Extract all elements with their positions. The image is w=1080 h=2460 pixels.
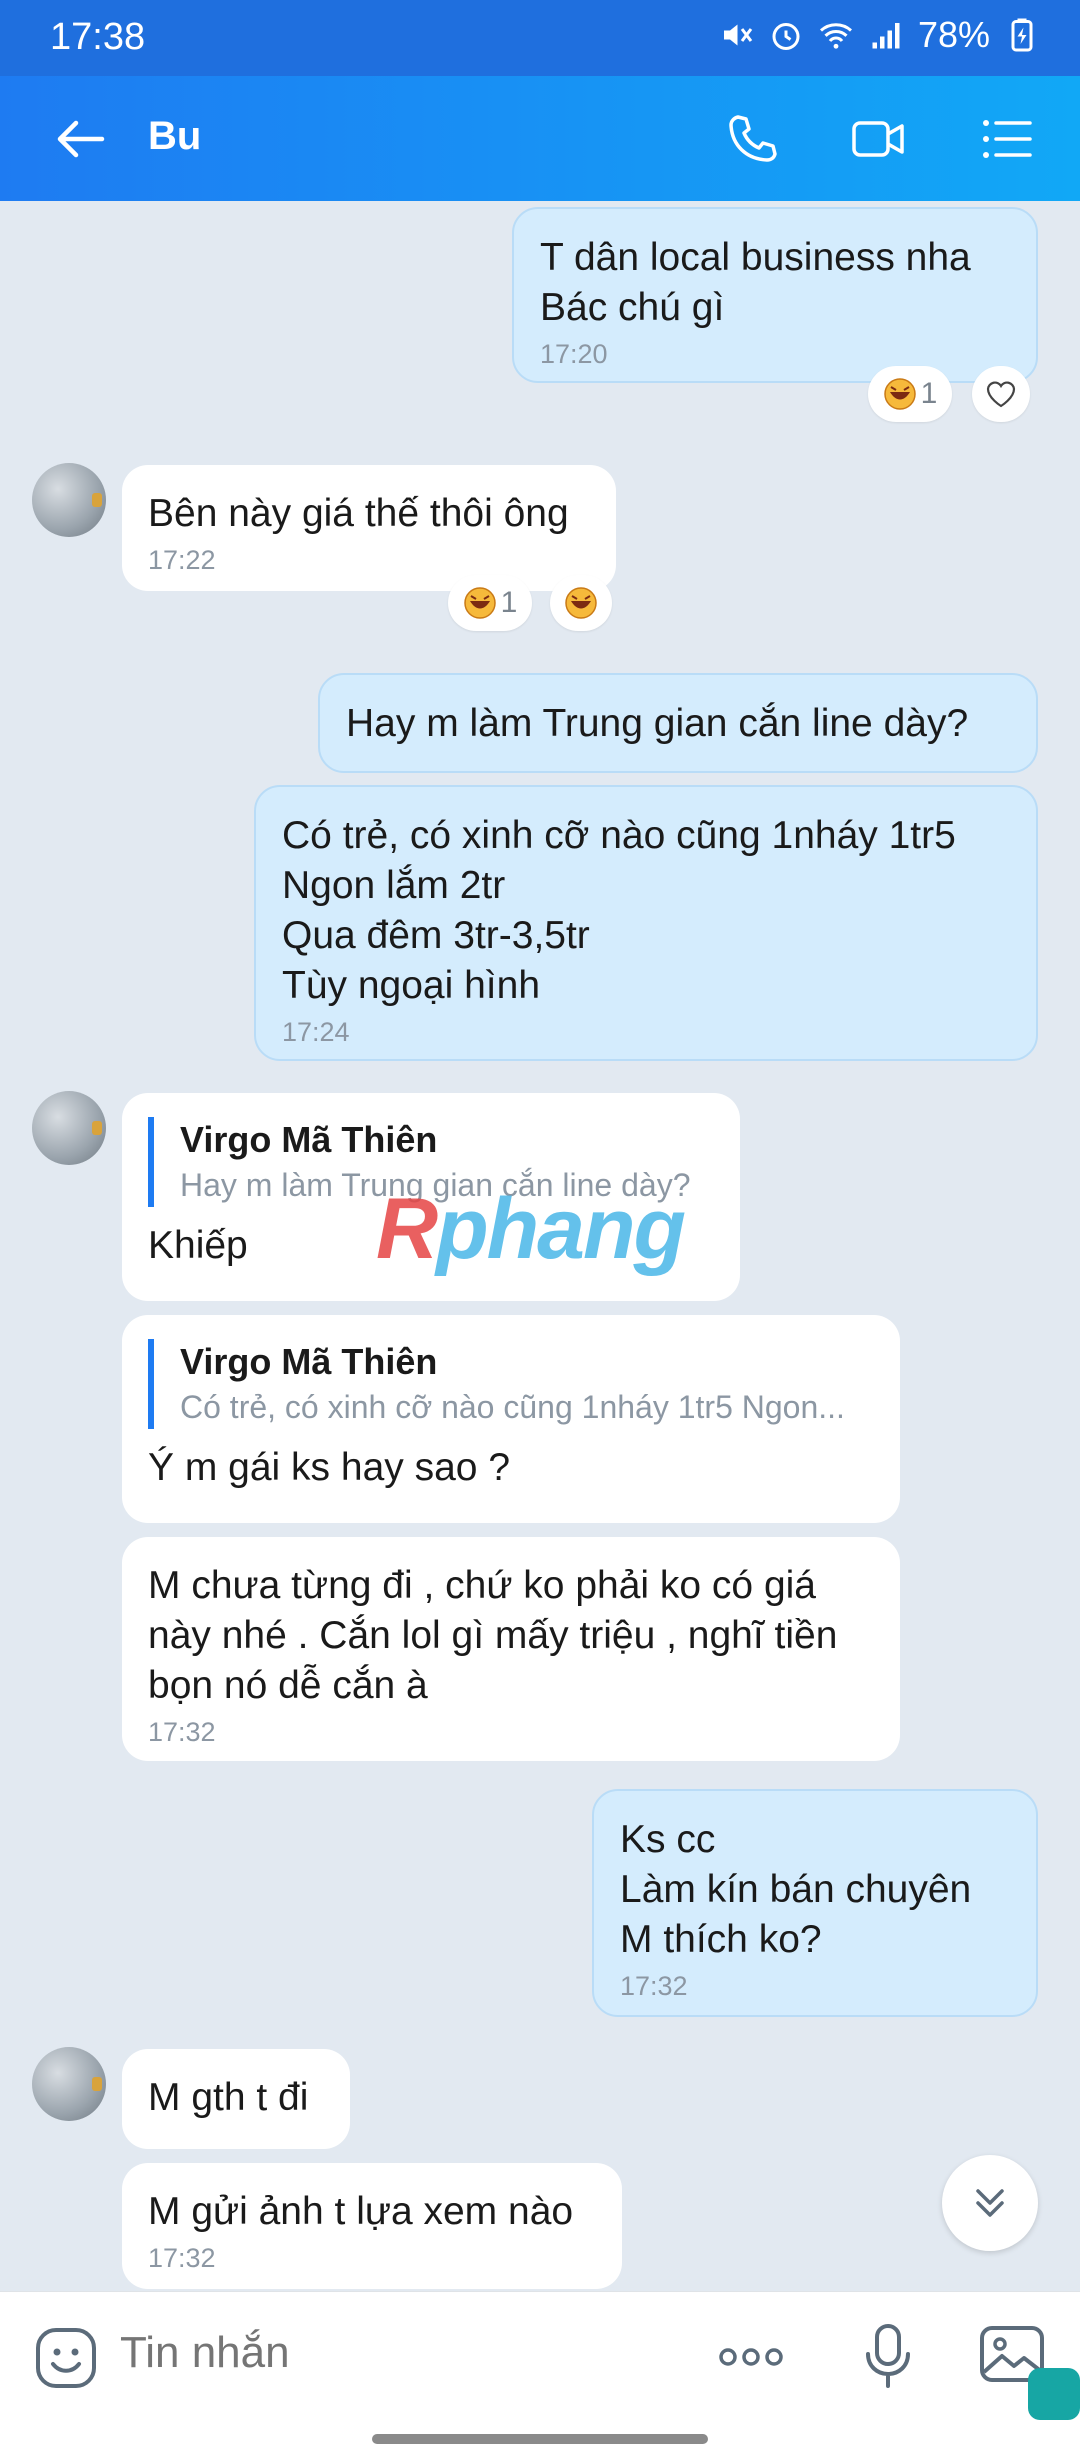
avatar[interactable] [32,463,106,537]
message-text: Bên này giá thế thôi ông [148,492,569,535]
message-text: Hay m làm Trung gian cắn line dày? [346,702,969,745]
status-time: 17:38 [50,16,146,58]
mute-icon [723,24,753,46]
message-text: M gth t đi [148,2076,309,2119]
status-bar: 17:38 78% [0,0,1080,76]
react-button[interactable] [972,366,1030,422]
quoted-sender: Virgo Mã Thiên [180,1341,438,1382]
message-composer [0,2291,1080,2421]
message-bubble-outgoing[interactable]: Hay m làm Trung gian cắn line dày? [318,673,1038,773]
double-chevron-down-icon [976,2189,1004,2217]
message-text: Ý m gái ks hay sao ? [148,1446,511,1489]
message-text: Ks cc [620,1818,716,1861]
message-text: bọn nó dễ cắn à [148,1664,428,1707]
message-time: 17:32 [148,1717,216,1747]
message-text: M thích ko? [620,1918,822,1961]
sticker-icon[interactable] [34,2326,98,2390]
message-text: Bác chú gì [540,286,725,329]
message-text: Qua đêm 3tr-3,5tr [282,914,590,957]
scroll-to-bottom-button[interactable] [942,2155,1038,2251]
message-time: 17:32 [148,2243,216,2273]
message-text: M chưa từng đi , chứ ko phải ko có giá [148,1564,816,1607]
message-time: 17:32 [620,1971,688,2001]
phone-icon[interactable] [724,111,780,167]
quoted-text: Hay m làm Trung gian cắn line dày? [180,1167,691,1203]
microphone-icon[interactable] [860,2322,916,2392]
message-text: Có trẻ, có xinh cỡ nào cũng 1nháy 1tr5 [282,814,956,857]
avatar[interactable] [32,1091,106,1165]
message-bubble-incoming[interactable]: Virgo Mã Thiên Hay m làm Trung gian cắn … [122,1093,740,1301]
reaction-count: 1 [500,586,518,619]
message-bubble-outgoing[interactable]: Ks cc Làm kín bán chuyên M thích ko? 17:… [592,1789,1038,2017]
reaction-badge[interactable]: 1 [868,366,952,422]
reaction-badge[interactable]: 1 [448,575,532,631]
wifi-icon [819,23,852,49]
message-bubble-incoming[interactable]: M gửi ảnh t lựa xem nào 17:32 [122,2163,622,2289]
reaction-count: 1 [920,377,938,410]
signal-icon [872,23,900,49]
quoted-text: Có trẻ, có xinh cỡ nào cũng 1nháy 1tr5 N… [180,1389,845,1425]
chat-header: Bu [0,76,1080,201]
message-bubble-incoming[interactable]: Virgo Mã Thiên Có trẻ, có xinh cỡ nào cũ… [122,1315,900,1523]
message-input[interactable] [120,2328,680,2378]
heart-outline-icon [986,381,1016,408]
overlay-app-icon[interactable] [1028,2368,1080,2420]
message-time: 17:24 [282,1017,350,1047]
message-text: M gửi ảnh t lựa xem nào [148,2190,574,2233]
arrow-left-icon[interactable] [50,109,110,169]
video-call-icon[interactable] [850,111,906,167]
alarm-icon [772,23,800,50]
menu-list-icon[interactable] [978,111,1034,167]
quoted-message[interactable]: Virgo Mã Thiên Hay m làm Trung gian cắn … [148,1117,714,1207]
quoted-sender: Virgo Mã Thiên [180,1119,438,1160]
react-button[interactable] [550,575,612,631]
message-text: T dân local business nha [540,236,971,279]
home-indicator[interactable] [372,2434,708,2444]
message-text: Khiếp [148,1224,248,1267]
message-bubble-outgoing[interactable]: Có trẻ, có xinh cỡ nào cũng 1nháy 1tr5 N… [254,785,1038,1061]
laughing-emoji-icon [565,587,597,619]
avatar[interactable] [32,2047,106,2121]
message-text: Làm kín bán chuyên [620,1868,972,1911]
message-bubble-outgoing[interactable]: T dân local business nha Bác chú gì 17:2… [512,207,1038,383]
status-icons: 78% [718,14,1040,56]
message-time: 17:22 [148,545,216,575]
conversation-title[interactable]: Bu [148,114,201,159]
quoted-message[interactable]: Virgo Mã Thiên Có trẻ, có xinh cỡ nào cũ… [148,1339,874,1429]
message-text: này nhé . Cắn lol gì mấy triệu , nghĩ ti… [148,1614,838,1657]
more-options-icon[interactable] [716,2332,786,2382]
message-text: Ngon lắm 2tr [282,864,506,907]
battery-percent: 78% [917,14,990,55]
battery-charging-icon [1011,18,1033,52]
message-bubble-incoming[interactable]: M gth t đi [122,2049,350,2149]
message-text: Tùy ngoại hình [282,964,541,1007]
message-bubble-incoming[interactable]: Bên này giá thế thôi ông 17:22 [122,465,616,591]
message-bubble-incoming[interactable]: M chưa từng đi , chứ ko phải ko có giá n… [122,1537,900,1761]
message-list[interactable]: T dân local business nha Bác chú gì 17:2… [0,201,1080,2291]
laughing-emoji-icon [463,587,496,619]
message-time: 17:20 [540,339,608,369]
laughing-emoji-icon [883,378,916,410]
